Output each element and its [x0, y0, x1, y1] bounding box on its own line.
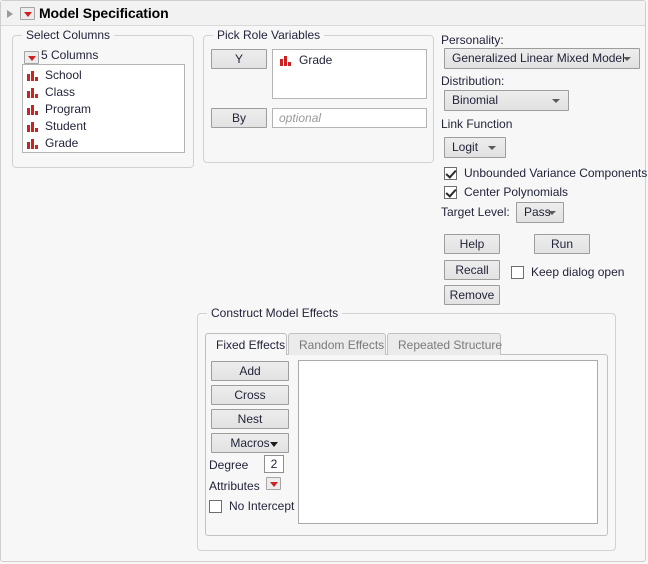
- personality-value: Generalized Linear Mixed Model: [452, 51, 625, 65]
- list-item-label: Grade: [45, 136, 78, 150]
- target-level-value: Pass: [524, 205, 551, 219]
- tab-random-effects[interactable]: Random Effects: [288, 333, 386, 355]
- list-item[interactable]: Program: [23, 101, 184, 118]
- no-intercept-checkbox[interactable]: [209, 500, 222, 513]
- red-popup-triangle-icon[interactable]: [20, 7, 35, 20]
- distribution-value: Binomial: [452, 93, 498, 107]
- columns-count-label: 5 Columns: [41, 48, 98, 62]
- list-item[interactable]: School: [23, 67, 184, 84]
- list-item[interactable]: Grade: [23, 135, 184, 152]
- nominal-bar-icon: [27, 139, 39, 149]
- center-polynomials-checkbox[interactable]: [444, 186, 457, 199]
- link-function-value: Logit: [452, 140, 478, 154]
- degree-input[interactable]: 2: [264, 455, 284, 473]
- chevron-down-icon: [548, 211, 556, 215]
- list-item[interactable]: Student: [23, 118, 184, 135]
- macros-button-label: Macros: [230, 436, 269, 450]
- no-intercept-checkbox-row[interactable]: No Intercept: [209, 499, 294, 514]
- remove-button[interactable]: Remove: [444, 285, 500, 305]
- link-function-select[interactable]: Logit: [444, 137, 506, 158]
- unbounded-variance-checkbox[interactable]: [444, 167, 457, 180]
- add-effect-button[interactable]: Add: [211, 361, 289, 381]
- no-intercept-label: No Intercept: [229, 499, 294, 513]
- unbounded-variance-label: Unbounded Variance Components: [464, 166, 647, 180]
- columns-popup-icon[interactable]: [24, 51, 39, 64]
- list-item-label: Program: [45, 102, 91, 116]
- distribution-label: Distribution:: [441, 74, 504, 88]
- keep-dialog-open-checkbox[interactable]: [511, 266, 524, 279]
- by-role-button[interactable]: By: [211, 108, 267, 128]
- attributes-popup-icon[interactable]: [266, 477, 281, 490]
- chevron-down-icon: [623, 57, 631, 61]
- list-item-label: Class: [45, 85, 75, 99]
- help-button[interactable]: Help: [444, 234, 500, 254]
- keep-dialog-open-checkbox-row[interactable]: Keep dialog open: [511, 265, 624, 280]
- nominal-bar-icon: [27, 122, 39, 132]
- list-item-label: Student: [45, 119, 86, 133]
- unbounded-variance-checkbox-row[interactable]: Unbounded Variance Components: [444, 166, 647, 181]
- nominal-bar-icon: [27, 71, 39, 81]
- center-polynomials-checkbox-row[interactable]: Center Polynomials: [444, 185, 568, 200]
- tab-fixed-effects[interactable]: Fixed Effects: [205, 333, 287, 355]
- target-level-label: Target Level:: [441, 205, 510, 219]
- list-item[interactable]: Class: [23, 84, 184, 101]
- columns-listbox[interactable]: School Class Program Student Grade: [22, 64, 185, 153]
- degree-label: Degree: [209, 458, 248, 472]
- construct-model-effects-group-title: Construct Model Effects: [207, 306, 342, 320]
- chevron-down-icon: [270, 442, 278, 447]
- y-role-button[interactable]: Y: [211, 49, 267, 69]
- keep-dialog-open-label: Keep dialog open: [531, 265, 624, 279]
- window-titlebar: Model Specification: [1, 1, 645, 26]
- select-columns-group-title: Select Columns: [22, 28, 114, 42]
- personality-select[interactable]: Generalized Linear Mixed Model: [444, 48, 640, 69]
- list-item[interactable]: Grade: [273, 52, 426, 69]
- page-title: Model Specification: [39, 5, 169, 21]
- effects-tabstrip: Fixed Effects Random Effects Repeated St…: [205, 333, 608, 355]
- attributes-label: Attributes: [209, 479, 260, 493]
- by-role-listbox[interactable]: optional: [272, 108, 427, 128]
- list-item-label: School: [45, 68, 82, 82]
- macros-button[interactable]: Macros: [211, 433, 289, 453]
- list-item-label: Grade: [299, 53, 332, 67]
- nominal-bar-icon: [27, 88, 39, 98]
- tab-repeated-structure[interactable]: Repeated Structure: [387, 333, 501, 355]
- effects-listbox[interactable]: [298, 360, 598, 524]
- nominal-bar-icon: [27, 105, 39, 115]
- center-polynomials-label: Center Polynomials: [464, 185, 568, 199]
- model-specification-window: Model Specification Select Columns 5 Col…: [0, 0, 648, 564]
- by-role-placeholder: optional: [273, 109, 426, 127]
- chevron-down-icon: [488, 146, 496, 150]
- run-button[interactable]: Run: [534, 234, 590, 254]
- chevron-down-icon: [552, 99, 560, 103]
- distribution-select[interactable]: Binomial: [444, 90, 569, 111]
- target-level-select[interactable]: Pass: [516, 202, 564, 223]
- pick-role-variables-group-title: Pick Role Variables: [213, 28, 324, 42]
- disclosure-triangle-icon[interactable]: [7, 10, 13, 18]
- cross-effect-button[interactable]: Cross: [211, 385, 289, 405]
- y-role-listbox[interactable]: Grade: [272, 49, 427, 99]
- personality-label: Personality:: [441, 33, 504, 47]
- nominal-bar-icon: [280, 56, 292, 66]
- recall-button[interactable]: Recall: [444, 260, 500, 280]
- nest-effect-button[interactable]: Nest: [211, 409, 289, 429]
- link-function-label: Link Function: [441, 117, 512, 131]
